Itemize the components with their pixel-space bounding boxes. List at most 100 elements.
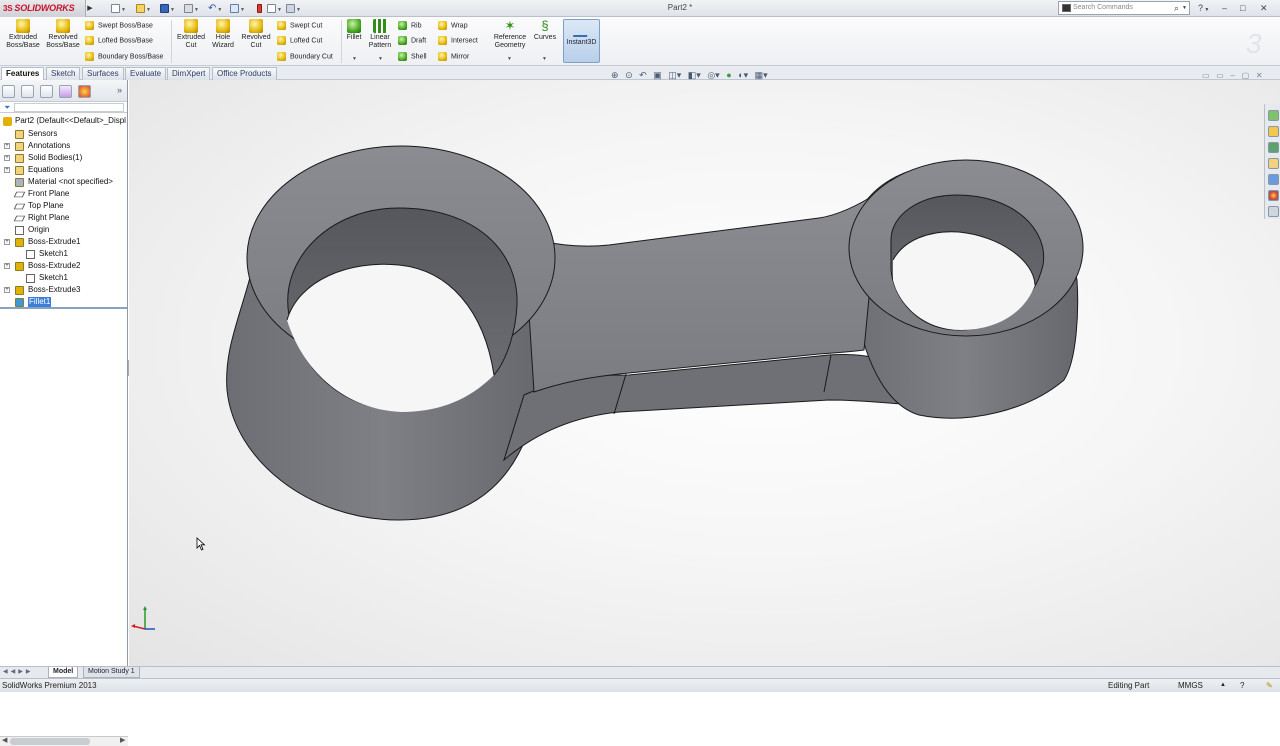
lofted-cut-button[interactable]: Lofted Cut (277, 36, 322, 46)
wrap-button[interactable]: Wrap (438, 21, 468, 31)
viewport-restore-icon[interactable]: ▢ (1242, 71, 1250, 80)
tree-item[interactable]: Sensors (0, 128, 127, 140)
rib-button[interactable]: Rib (398, 21, 422, 31)
tab-evaluate[interactable]: Evaluate (125, 67, 167, 80)
search-icon[interactable]: ⌕ (1174, 2, 1179, 14)
rollback-bar[interactable] (0, 307, 127, 309)
instant3d-toggle[interactable]: Instant3D (563, 19, 600, 63)
intersect-button[interactable]: Intersect (438, 36, 478, 46)
tree-item[interactable]: Top Plane (0, 200, 127, 212)
maximize-button[interactable]: □ (1240, 2, 1245, 14)
tree-item[interactable]: Right Plane (0, 212, 127, 224)
tab-dimxpert[interactable]: DimXpert (167, 67, 211, 80)
unit-system[interactable]: MMGS (1178, 679, 1203, 692)
boundary-cut-button[interactable]: Boundary Cut (277, 52, 333, 62)
swept-boss-button[interactable]: Swept Boss/Base (85, 21, 153, 31)
units-dropdown-icon[interactable]: ▲ (1220, 679, 1226, 692)
linear-pattern-button[interactable]: Linear Pattern (366, 19, 394, 50)
tree-item[interactable]: Sketch1 (0, 248, 127, 260)
scroll-left-icon[interactable]: ◀ (2, 736, 7, 744)
tree-filter[interactable]: ⏷ (0, 102, 127, 113)
shell-button[interactable]: Shell (398, 52, 427, 62)
extruded-boss-button[interactable]: Extruded Boss/Base (5, 19, 41, 50)
boundary-boss-button[interactable]: Boundary Boss/Base (85, 52, 163, 62)
configuration-manager-tab-icon[interactable] (40, 85, 53, 98)
fillet-dropdown-icon[interactable]: ▼ (352, 56, 357, 62)
tab-office-products[interactable]: Office Products (212, 67, 277, 80)
feature-tree-tab-icon[interactable] (2, 85, 15, 98)
reference-geometry-button[interactable]: ✶ Reference Geometry (491, 19, 529, 50)
revolved-boss-button[interactable]: Revolved Boss/Base (44, 19, 82, 50)
tab-features[interactable]: Features (1, 67, 45, 81)
file-explorer-icon[interactable] (1268, 142, 1279, 153)
help-button[interactable]: ? ▼ (1198, 2, 1209, 16)
swept-cut-button[interactable]: Swept Cut (277, 21, 322, 31)
lofted-boss-button[interactable]: Lofted Boss/Base (85, 36, 153, 46)
tab-scroll-arrows-icon[interactable]: ◀◀▶▶ (3, 667, 33, 678)
tree-item[interactable]: + Boss-Extrude3 (0, 284, 127, 296)
expand-toggle-icon[interactable]: + (4, 143, 10, 149)
tab-surfaces[interactable]: Surfaces (82, 67, 124, 80)
zoom-to-area-icon[interactable]: ⊙ (625, 70, 633, 81)
display-style-icon[interactable]: ◧▾ (688, 70, 701, 81)
connecting-rod-model[interactable] (129, 80, 1280, 668)
status-help-icon[interactable]: ? (1240, 679, 1244, 692)
curves-button[interactable]: § Curves (532, 19, 558, 42)
view-settings-icon[interactable]: ▦▾ (755, 70, 768, 81)
scroll-thumb[interactable] (10, 738, 90, 745)
dimxpert-manager-tab-icon[interactable] (59, 85, 72, 98)
expand-toggle-icon[interactable]: + (4, 239, 10, 245)
mirror-button[interactable]: Mirror (438, 52, 469, 62)
reference-dropdown-icon[interactable]: ▼ (507, 56, 512, 62)
expand-toggle-icon[interactable]: + (4, 155, 10, 161)
scroll-right-icon[interactable]: ▶ (120, 736, 125, 744)
tab-motion-study-1[interactable]: Motion Study 1 (83, 667, 140, 678)
hole-wizard-button[interactable]: Hole Wizard (209, 19, 237, 50)
fillet-button[interactable]: Fillet (344, 19, 364, 42)
curves-dropdown-icon[interactable]: ▼ (542, 56, 547, 62)
tree-root[interactable]: Part2 (Default<<Default>_Displ (0, 115, 127, 127)
apply-scene-icon[interactable]: ◐▾ (738, 70, 748, 81)
solidworks-resources-icon[interactable] (1268, 110, 1279, 121)
rebuild-status-icon[interactable]: ✎ (1266, 679, 1273, 692)
tree-item[interactable]: Material <not specified> (0, 176, 127, 188)
design-library-icon[interactable] (1268, 126, 1279, 137)
expand-toggle-icon[interactable]: + (4, 263, 10, 269)
zoom-to-fit-icon[interactable]: ⊕ (611, 70, 619, 81)
chevron-down-icon[interactable]: ▼ (1182, 2, 1187, 14)
close-button[interactable]: ✕ (1260, 2, 1268, 14)
revolved-cut-button[interactable]: Revolved Cut (239, 19, 273, 50)
extruded-cut-button[interactable]: Extruded Cut (174, 19, 208, 50)
minimize-button[interactable]: – (1222, 2, 1227, 14)
display-manager-tab-icon[interactable] (78, 85, 91, 98)
tree-item[interactable]: Origin (0, 224, 127, 236)
tab-sketch[interactable]: Sketch (46, 67, 81, 80)
hide-show-items-icon[interactable]: ◎▾ (707, 70, 719, 81)
tile-view-icon[interactable]: ▭ (1216, 71, 1224, 80)
property-manager-tab-icon[interactable] (21, 85, 34, 98)
tree-item[interactable]: + Annotations (0, 140, 127, 152)
section-view-icon[interactable]: ▣ (653, 70, 662, 81)
edit-appearance-icon[interactable]: ● (726, 70, 731, 80)
tree-item[interactable]: Sketch1 (0, 272, 127, 284)
expand-panel-icon[interactable]: » (117, 85, 122, 95)
tree-item[interactable]: + Solid Bodies(1) (0, 152, 127, 164)
search-commands-input[interactable]: Search Commands ⌕ ▼ (1058, 1, 1190, 15)
tree-item[interactable]: Front Plane (0, 188, 127, 200)
view-palette-icon[interactable] (1268, 174, 1279, 185)
previous-view-icon[interactable]: ↶ (639, 70, 647, 81)
expand-toggle-icon[interactable]: + (4, 287, 10, 293)
tree-item[interactable]: + Boss-Extrude1 (0, 236, 127, 248)
split-view-icon[interactable]: ▭ (1202, 71, 1210, 80)
custom-properties-icon[interactable] (1268, 206, 1279, 217)
draft-button[interactable]: Draft (398, 36, 426, 46)
tab-model[interactable]: Model (48, 667, 79, 678)
filter-input[interactable] (14, 103, 124, 112)
folder-icon[interactable] (1268, 158, 1279, 169)
panel-horizontal-scrollbar[interactable]: ◀ ▶ (0, 736, 128, 746)
tree-item[interactable]: + Boss-Extrude2 (0, 260, 127, 272)
expand-toggle-icon[interactable]: + (4, 167, 10, 173)
tree-item[interactable]: + Equations (0, 164, 127, 176)
viewport-close-icon[interactable]: ✕ (1256, 71, 1263, 80)
appearances-icon[interactable] (1268, 190, 1279, 201)
